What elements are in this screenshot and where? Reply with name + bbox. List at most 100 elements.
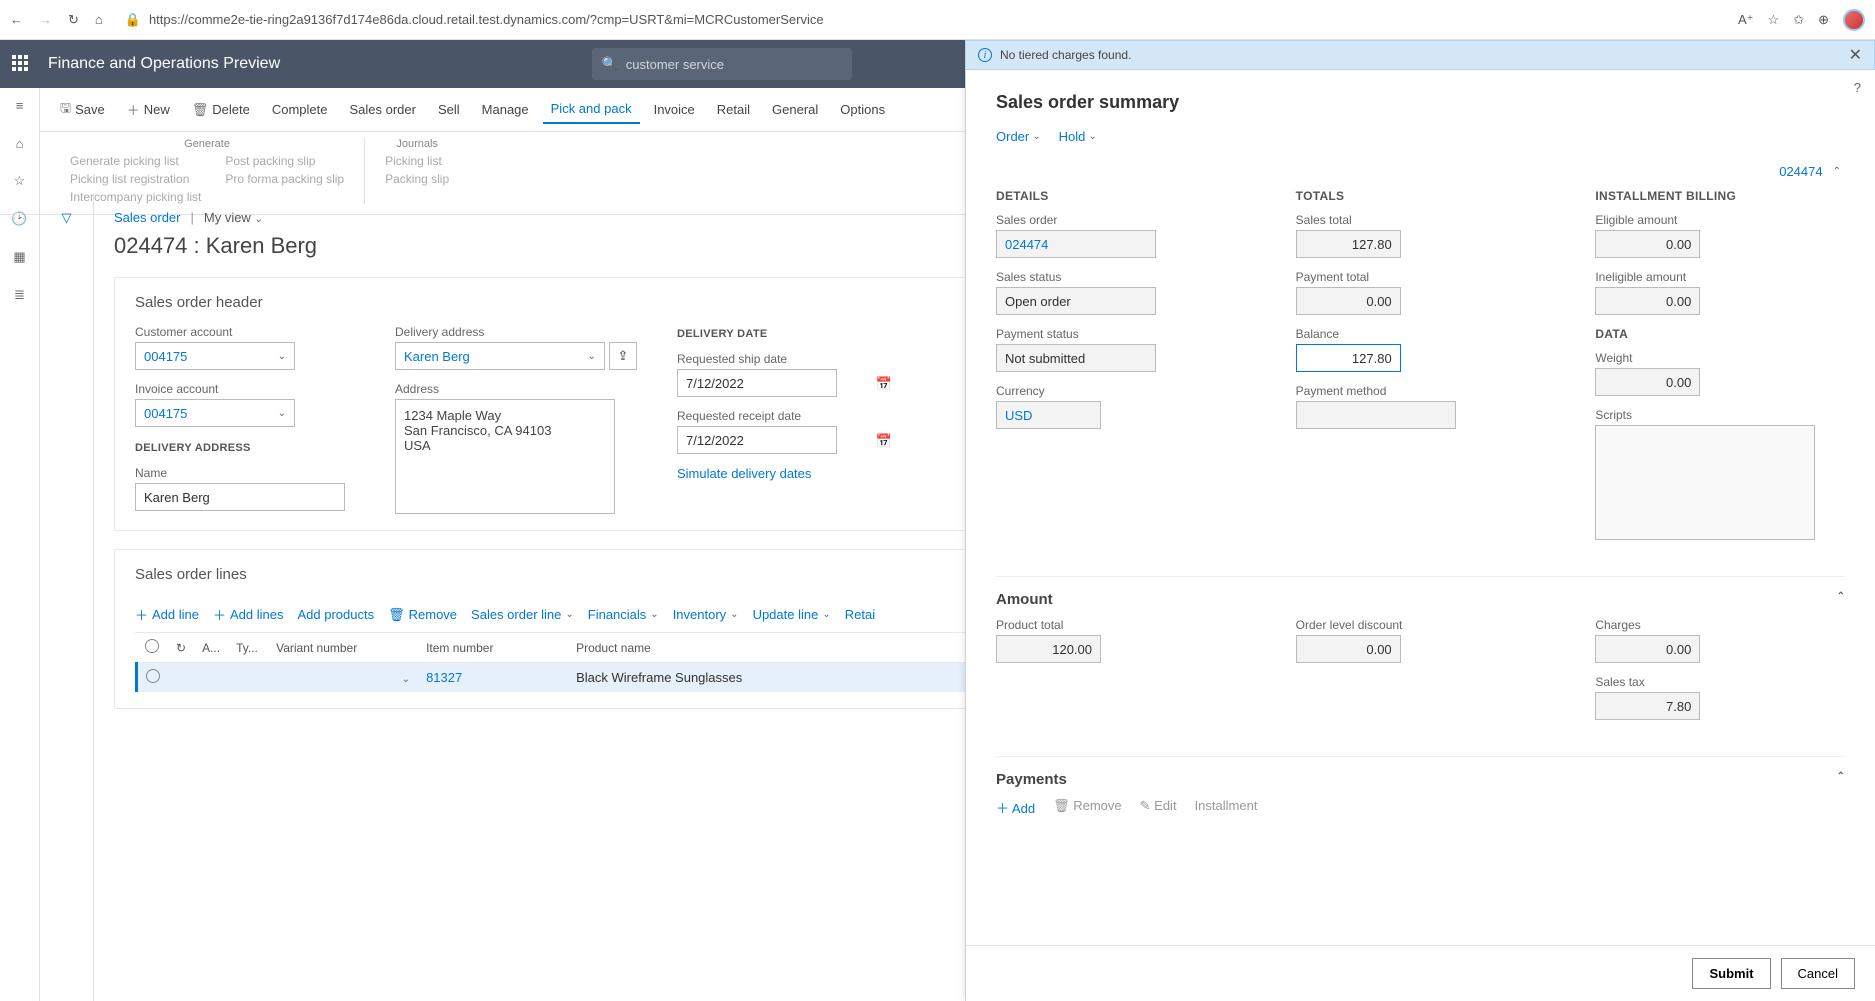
retail-menu[interactable]: Retai [845,607,875,622]
tab-retail[interactable]: Retail [709,96,758,123]
nav-recent-icon[interactable]: 🕑 [11,210,29,228]
waffle-icon[interactable] [12,55,30,73]
col-type[interactable]: Ty... [228,633,268,663]
filter-icon[interactable]: ▽ [62,210,72,1001]
tab-sell[interactable]: Sell [430,96,468,123]
update-line-menu[interactable]: Update line⌄ [753,607,831,622]
tab-manage[interactable]: Manage [474,96,537,123]
calendar-icon[interactable]: 📅 [876,433,892,449]
order-number-link[interactable]: 024474 [1779,164,1822,179]
ribbon-journal-picking-list[interactable]: Picking list [385,154,449,168]
cancel-button[interactable]: Cancel [1781,958,1855,989]
sales-order-line-menu[interactable]: Sales order line⌄ [471,607,574,622]
nav-home-icon[interactable]: ⌂ [11,134,29,152]
add-lines-button[interactable]: ＋Add lines [213,605,284,624]
hamburger-icon[interactable]: ≡ [11,96,29,114]
payment-remove-button[interactable]: 🗑 Remove [1053,798,1122,817]
delivery-address-section: DELIVERY ADDRESS [135,442,251,454]
crumb-sales-order[interactable]: Sales order [114,210,180,225]
new-button[interactable]: ＋New [119,94,178,125]
col-variant[interactable]: Variant number [268,633,418,663]
add-products-button[interactable]: Add products [298,607,375,622]
refresh-icon[interactable]: ↻ [68,12,79,28]
invoice-account-field[interactable]: 004175⌄ [135,399,295,427]
delete-button[interactable]: 🗑Delete [184,96,258,124]
tab-invoice[interactable]: Invoice [646,96,703,123]
hold-menu[interactable]: Hold⌄ [1059,129,1097,144]
chevron-down-icon: ⌄ [254,214,262,225]
home-icon[interactable]: ⌂ [95,12,103,28]
crumb-my-view[interactable]: My view ⌄ [204,210,263,225]
nav-list-icon[interactable]: ≣ [11,286,29,304]
favorites-bar-icon[interactable]: ✩ [1793,12,1804,28]
inventory-menu[interactable]: Inventory⌄ [673,607,739,622]
order-discount-field: 0.00 [1296,635,1401,663]
item-number-link[interactable]: 81327 [426,670,462,685]
sales-status-field: Open order [996,287,1156,315]
row-radio[interactable] [146,669,160,683]
app-search[interactable]: 🔍 customer service [592,48,852,80]
amount-section-header[interactable]: Amount⌃ [996,576,1845,618]
details-heading: DETAILS [996,189,1246,203]
remove-line-button[interactable]: 🗑Remove [388,607,457,623]
submit-button[interactable]: Submit [1692,958,1770,989]
delivery-address-field[interactable]: Karen Berg⌄ [395,342,605,370]
chevron-down-icon: ⌄ [278,351,286,362]
delivery-date-section: DELIVERY DATE [677,328,768,340]
nav-star-icon[interactable]: ☆ [11,172,29,190]
browser-chrome: ← → ↻ ⌂ 🔒 https://comme2e-tie-ring2a9136… [0,0,1875,40]
tab-pick-and-pack[interactable]: Pick and pack [543,95,640,124]
search-icon: 🔍 [602,56,618,72]
requested-receipt-date-field[interactable]: 7/12/2022 [677,426,837,454]
chevron-up-icon[interactable]: ⌃ [1833,166,1841,177]
financials-menu[interactable]: Financials⌄ [588,607,659,622]
ribbon-picking-list-registration[interactable]: Picking list registration [70,172,201,186]
requested-ship-date-field[interactable]: 7/12/2022 [677,369,837,397]
ribbon-journal-packing-slip[interactable]: Packing slip [385,172,449,186]
address-action-button[interactable]: ⇪ [609,342,637,370]
ribbon-generate-picking-list[interactable]: Generate picking list [70,154,201,168]
complete-button[interactable]: Complete [264,96,336,123]
col-a[interactable]: A... [194,633,228,663]
order-menu[interactable]: Order⌄ [996,129,1041,144]
forward-icon[interactable]: → [39,12,52,28]
add-line-button[interactable]: ＋Add line [135,605,199,624]
read-aloud-icon[interactable]: A⁺ [1738,12,1754,28]
select-all-radio[interactable] [145,639,159,653]
chevron-down-icon[interactable]: ⌄ [402,674,410,685]
calendar-icon[interactable]: 📅 [876,376,892,392]
ineligible-field: 0.00 [1595,287,1700,315]
tab-general[interactable]: General [764,96,826,123]
save-button[interactable]: 🖫Save [52,93,113,127]
sales-order-field[interactable]: 024474 [996,230,1156,258]
close-icon[interactable]: ✕ [1849,45,1862,65]
ribbon-post-packing-slip[interactable]: Post packing slip [225,154,344,168]
tab-sales-order[interactable]: Sales order [341,96,423,123]
name-field[interactable]: Karen Berg [135,483,345,511]
help-icon[interactable]: ? [1854,80,1861,95]
favorite-icon[interactable]: ☆ [1768,12,1780,28]
address-url[interactable]: https://comme2e-tie-ring2a9136f7d174e86d… [149,12,824,27]
nav-module-icon[interactable]: ▦ [11,248,29,266]
payment-installment-button[interactable]: Installment [1195,798,1258,817]
currency-field[interactable]: USD [996,401,1101,429]
chevron-down-icon: ⌄ [1032,131,1040,142]
ribbon-proforma-packing-slip[interactable]: Pro forma packing slip [225,172,344,186]
refresh-col-icon[interactable]: ↻ [176,641,186,655]
customer-account-field[interactable]: 004175⌄ [135,342,295,370]
profile-avatar[interactable] [1843,9,1865,31]
payments-section-header[interactable]: Payments⌃ [996,756,1845,798]
product-total-field: 120.00 [996,635,1101,663]
tab-options[interactable]: Options [832,96,893,123]
scripts-textarea[interactable] [1595,425,1815,540]
simulate-delivery-dates-link[interactable]: Simulate delivery dates [677,466,811,481]
collections-icon[interactable]: ⊕ [1818,12,1829,28]
payment-edit-button[interactable]: ✎ Edit [1140,798,1177,817]
chevron-down-icon: ⌄ [1088,131,1096,142]
col-item[interactable]: Item number [418,633,568,663]
payment-add-button[interactable]: ＋ Add [996,798,1035,817]
address-textarea[interactable]: 1234 Maple Way San Francisco, CA 94103 U… [395,399,615,514]
back-icon[interactable]: ← [10,12,23,28]
balance-field[interactable]: 127.80 [1296,344,1401,372]
trash-icon: 🗑 [192,102,209,118]
